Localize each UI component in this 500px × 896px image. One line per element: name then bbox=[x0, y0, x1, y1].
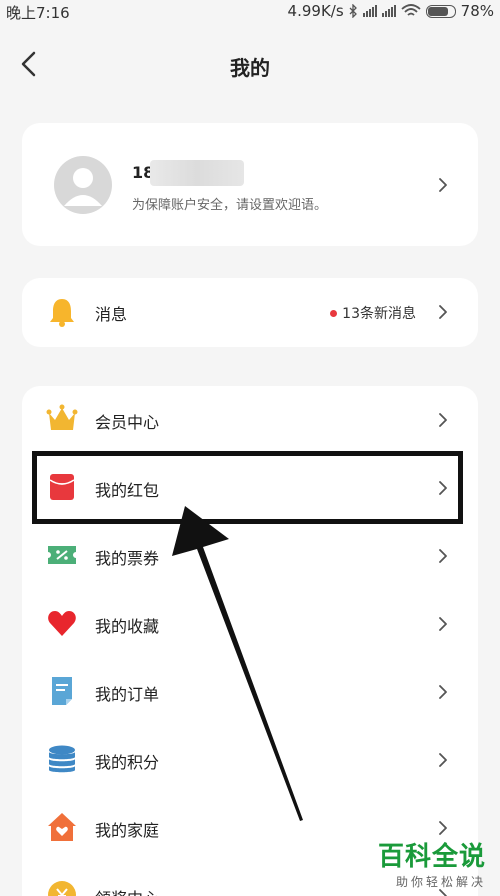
watermark-logo: 百科全说 助你轻松解决 bbox=[378, 836, 486, 890]
watermark-title: 百科全说 bbox=[377, 842, 486, 872]
pointer-arrow-annotation bbox=[172, 506, 303, 821]
watermark-subtitle: 助你轻松解决 bbox=[395, 875, 486, 889]
